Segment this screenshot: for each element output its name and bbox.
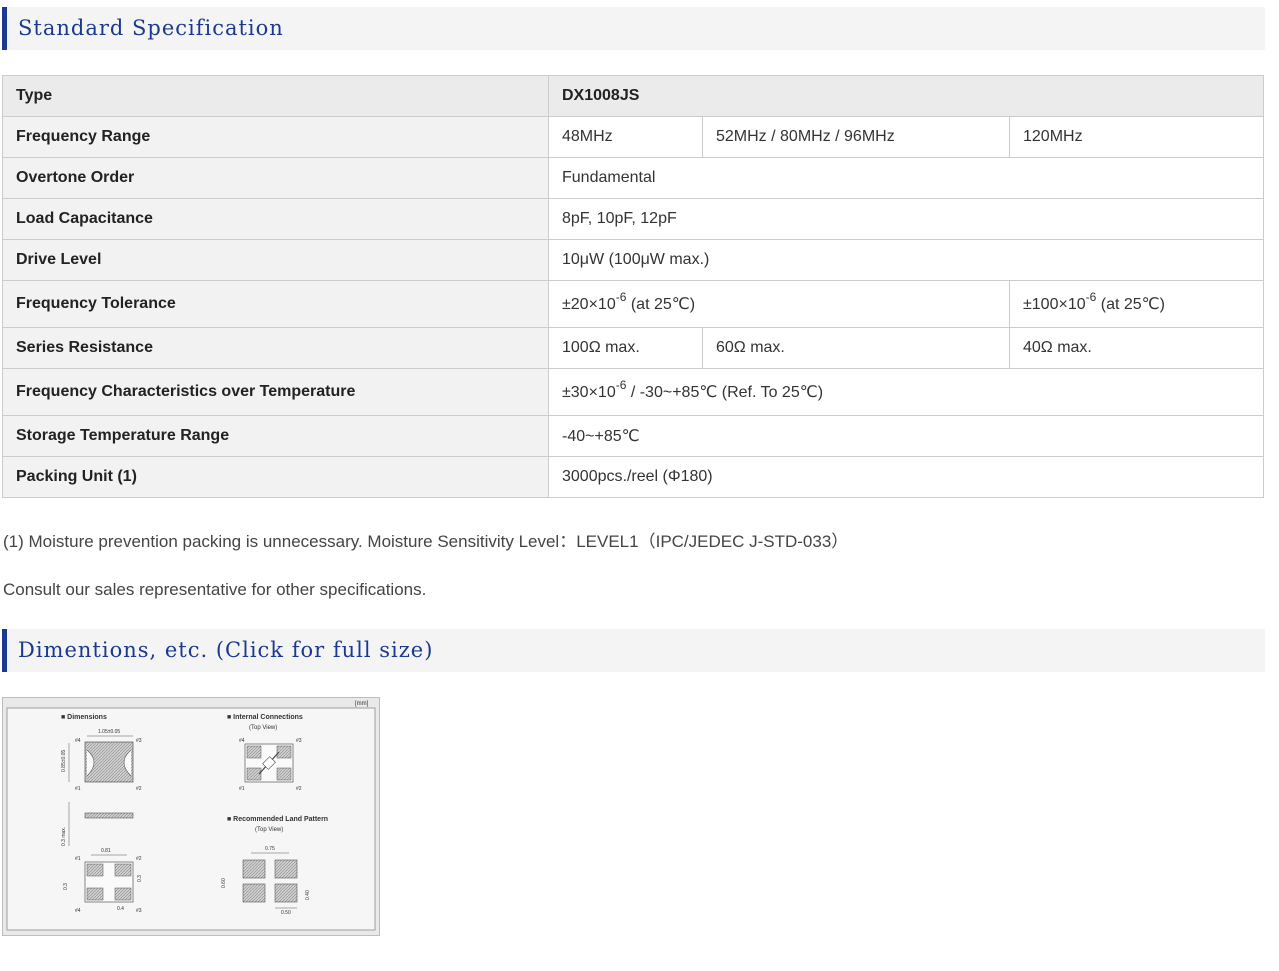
bottom-pad — [86, 887, 104, 901]
pin-label: #2 — [136, 786, 142, 792]
internal-view-label: (Top View) — [249, 725, 277, 731]
dim-pad-h-label: 0.3 — [137, 875, 143, 882]
table-row-frequency-characteristics: Frequency Characteristics over Temperatu… — [2, 368, 1264, 416]
land-pad-w-label: 0.50 — [281, 910, 291, 916]
bottom-pad — [114, 863, 132, 877]
value-exponent: -6 — [615, 377, 627, 392]
load-capacitance-value: 8pF, 10pF, 12pF — [548, 198, 1264, 240]
type-value: DX1008JS — [548, 75, 1264, 117]
series-resistance-40: 40Ω max. — [1009, 327, 1264, 369]
moisture-note: (1) Moisture prevention packing is unnec… — [3, 532, 849, 551]
pin-label: #3 — [296, 738, 302, 744]
pin-label: #2 — [136, 856, 142, 862]
dimensions-title: ■ Dimensions — [61, 714, 107, 721]
overtone-order-value: Fundamental — [548, 157, 1264, 199]
value-base: ±100×10 — [1023, 296, 1086, 313]
pin-label: #3 — [136, 908, 142, 914]
dim-height-label: 0.85±0.05 — [61, 750, 67, 772]
consult-note: Consult our sales representative for oth… — [3, 580, 427, 599]
value-tail: / -30~+85℃ (Ref. To 25℃) — [626, 384, 824, 401]
land-view-label: (Top View) — [255, 827, 283, 833]
dim-pad-pitch-label: 0.81 — [101, 848, 111, 854]
land-pad — [242, 883, 266, 903]
table-row-storage-temperature: Storage Temperature Range -40~+85℃ — [2, 415, 1264, 457]
frequency-tolerance-high: ±100×10-6 (at 25℃) — [1009, 280, 1264, 328]
table-row-drive-level: Drive Level 10μW (100μW max.) — [2, 239, 1264, 281]
pin-label: #3 — [136, 738, 142, 744]
frequency-tolerance-low: ±20×10-6 (at 25℃) — [548, 280, 1010, 328]
dim-pad-side-label: 0.3 — [63, 883, 69, 890]
pin-label: #1 — [75, 856, 81, 862]
frequency-characteristics-value: ±30×10-6 / -30~+85℃ (Ref. To 25℃) — [548, 368, 1264, 416]
value-tail: (at 25℃) — [1096, 296, 1165, 313]
frequency-range-120: 120MHz — [1009, 116, 1264, 158]
table-row-type: Type DX1008JS — [2, 75, 1264, 117]
frequency-range-52-96: 52MHz / 80MHz / 96MHz — [702, 116, 1010, 158]
storage-temperature-value: -40~+85℃ — [548, 415, 1264, 457]
row-label: Frequency Characteristics over Temperatu… — [2, 368, 549, 416]
series-resistance-60: 60Ω max. — [702, 327, 1010, 369]
row-label: Load Capacitance — [2, 198, 549, 240]
unit-label: [mm] — [355, 701, 369, 707]
pin-label: #1 — [239, 786, 245, 792]
table-row-packing-unit: Packing Unit (1) 3000pcs./reel (Φ180) — [2, 456, 1264, 498]
packing-unit-value: 3000pcs./reel (Φ180) — [548, 456, 1264, 498]
crystal-side-body — [84, 812, 134, 819]
series-resistance-100: 100Ω max. — [548, 327, 703, 369]
internal-pad — [276, 745, 292, 759]
pin-label: #4 — [75, 908, 81, 914]
value-base: ±30×10 — [562, 384, 616, 401]
dimension-drawing-link[interactable]: [mm] ■ Dimensions 1.05±0.05 0.85±0.05 #4… — [2, 697, 380, 936]
pin-label: #1 — [75, 786, 81, 792]
land-pad — [274, 859, 298, 879]
land-pad-h-label: 0.40 — [305, 890, 311, 900]
dim-thickness-label: 0.3 max. — [61, 827, 67, 846]
row-label: Frequency Tolerance — [2, 280, 549, 328]
frequency-range-48: 48MHz — [548, 116, 703, 158]
table-row-series-resistance: Series Resistance 100Ω max. 60Ω max. 40Ω… — [2, 327, 1264, 369]
land-pattern-title: ■ Recommended Land Pattern — [227, 816, 328, 823]
dim-pad-w-label: 0.4 — [117, 906, 124, 912]
table-row-frequency-tolerance: Frequency Tolerance ±20×10-6 (at 25℃) ±1… — [2, 280, 1264, 328]
row-label: Storage Temperature Range — [2, 415, 549, 457]
row-label: Frequency Range — [2, 116, 549, 158]
row-label: Series Resistance — [2, 327, 549, 369]
bottom-pad — [86, 863, 104, 877]
dimension-drawing-image: [mm] ■ Dimensions 1.05±0.05 0.85±0.05 #4… — [6, 701, 376, 931]
pin-label: #4 — [239, 738, 245, 744]
land-pitch-y-label: 0.60 — [221, 878, 227, 888]
pin-label: #2 — [296, 786, 302, 792]
row-label: Type — [2, 75, 549, 117]
row-label: Drive Level — [2, 239, 549, 281]
table-row-load-capacitance: Load Capacitance 8pF, 10pF, 12pF — [2, 198, 1264, 240]
section-heading-dimensions: Dimentions, etc. (Click for full size) — [2, 629, 1265, 672]
value-exponent: -6 — [1085, 289, 1097, 304]
row-label: Packing Unit (1) — [2, 456, 549, 498]
land-pad — [274, 883, 298, 903]
bottom-pad — [114, 887, 132, 901]
table-row-frequency-range: Frequency Range 48MHz 52MHz / 80MHz / 96… — [2, 116, 1264, 158]
internal-pad — [276, 767, 292, 781]
internal-pad — [246, 767, 262, 781]
internal-connections-title: ■ Internal Connections — [227, 714, 303, 721]
spec-table: Type DX1008JS Frequency Range 48MHz 52MH… — [2, 75, 1264, 498]
value-exponent: -6 — [615, 289, 627, 304]
dim-width-label: 1.05±0.05 — [98, 729, 120, 735]
land-pad — [242, 859, 266, 879]
value-base: ±20×10 — [562, 296, 616, 313]
row-label: Overtone Order — [2, 157, 549, 199]
land-pitch-x-label: 0.75 — [265, 846, 275, 852]
internal-pad — [246, 745, 262, 759]
drive-level-value: 10μW (100μW max.) — [548, 239, 1264, 281]
value-tail: (at 25℃) — [626, 296, 696, 313]
table-row-overtone-order: Overtone Order Fundamental — [2, 157, 1264, 199]
section-heading-standard-specification: Standard Specification — [2, 7, 1265, 50]
pin-label: #4 — [75, 738, 81, 744]
